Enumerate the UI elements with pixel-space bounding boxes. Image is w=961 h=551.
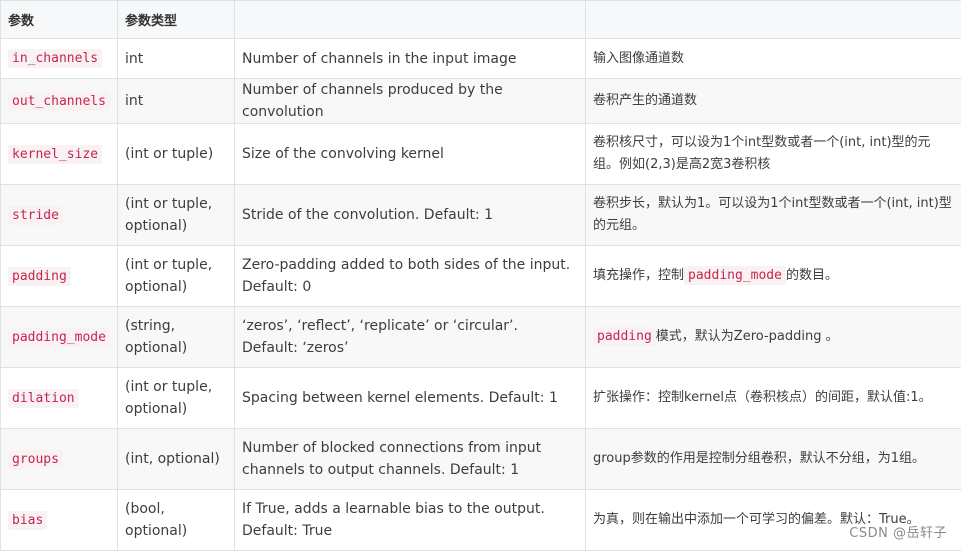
- cn-text-pre: 填充操作，控制: [593, 268, 684, 283]
- desc-cell: Spacing between kernel elements. Default…: [235, 368, 586, 429]
- table-row: groups (int, optional) Number of blocked…: [1, 429, 961, 490]
- desc-cell: Number of channels produced by the convo…: [235, 79, 586, 124]
- table-row: dilation (int or tuple, optional) Spacin…: [1, 368, 961, 429]
- param-cell: padding_mode: [1, 307, 118, 368]
- desc-cell: ‘zeros’, ‘reflect’, ‘replicate’ or ‘circ…: [235, 307, 586, 368]
- type-cell: (int or tuple, optional): [118, 368, 235, 429]
- table-row: out_channels int Number of channels prod…: [1, 79, 961, 124]
- table-header-row: 参数 参数类型: [1, 1, 961, 39]
- inline-code: padding: [593, 327, 656, 346]
- table-row: kernel_size (int or tuple) Size of the c…: [1, 124, 961, 185]
- cn-text-post: 模式，默认为Zero-padding 。: [656, 329, 839, 344]
- cn-cell: 扩张操作：控制kernel点（卷积核点）的间距，默认值:1。: [586, 368, 961, 429]
- type-cell: (int, optional): [118, 429, 235, 490]
- cn-cell: 输入图像通道数: [586, 39, 961, 79]
- param-cell: dilation: [1, 368, 118, 429]
- desc-cell: Number of channels in the input image: [235, 39, 586, 79]
- param-name: bias: [8, 511, 47, 530]
- param-name: in_channels: [8, 49, 102, 68]
- header-type: 参数类型: [118, 1, 235, 39]
- header-param: 参数: [1, 1, 118, 39]
- table-row: stride (int or tuple, optional) Stride o…: [1, 185, 961, 246]
- cn-cell: 卷积核尺寸，可以设为1个int型数或者一个(int, int)型的元组。例如(2…: [586, 124, 961, 185]
- desc-cell: Zero-padding added to both sides of the …: [235, 246, 586, 307]
- desc-cell: Number of blocked connections from input…: [235, 429, 586, 490]
- cn-cell: group参数的作用是控制分组卷积，默认不分组，为1组。: [586, 429, 961, 490]
- cn-cell: 卷积产生的通道数: [586, 79, 961, 124]
- type-cell: (bool, optional): [118, 490, 235, 551]
- watermark: CSDN @岳轩子: [849, 522, 947, 541]
- desc-cell: Stride of the convolution. Default: 1: [235, 185, 586, 246]
- param-cell: padding: [1, 246, 118, 307]
- param-cell: groups: [1, 429, 118, 490]
- cn-text-post: 的数目。: [786, 268, 838, 283]
- params-table: 参数 参数类型 in_channels int Number of channe…: [0, 0, 961, 551]
- param-cell: out_channels: [1, 79, 118, 124]
- cn-cell: 卷积步长，默认为1。可以设为1个int型数或者一个(int, int)型的元组。: [586, 185, 961, 246]
- param-name: padding: [8, 267, 71, 286]
- table-row: padding (int or tuple, optional) Zero-pa…: [1, 246, 961, 307]
- param-name: stride: [8, 206, 63, 225]
- table-row: padding_mode (string, optional) ‘zeros’,…: [1, 307, 961, 368]
- param-name: dilation: [8, 389, 79, 408]
- param-cell: kernel_size: [1, 124, 118, 185]
- header-cn: [586, 1, 961, 39]
- param-name: groups: [8, 450, 63, 469]
- table-row: in_channels int Number of channels in th…: [1, 39, 961, 79]
- cn-cell: 为真，则在输出中添加一个可学习的偏差。默认：True。: [586, 490, 961, 551]
- type-cell: (int or tuple, optional): [118, 185, 235, 246]
- param-cell: stride: [1, 185, 118, 246]
- cn-cell: 填充操作，控制padding_mode的数目。: [586, 246, 961, 307]
- param-name: padding_mode: [8, 328, 110, 347]
- inline-code: padding_mode: [684, 266, 786, 285]
- type-cell: int: [118, 39, 235, 79]
- type-cell: (int or tuple): [118, 124, 235, 185]
- param-cell: in_channels: [1, 39, 118, 79]
- param-name: out_channels: [8, 92, 110, 111]
- type-cell: (int or tuple, optional): [118, 246, 235, 307]
- desc-cell: Size of the convolving kernel: [235, 124, 586, 185]
- param-name: kernel_size: [8, 145, 102, 164]
- cn-cell: padding模式，默认为Zero-padding 。: [586, 307, 961, 368]
- type-cell: int: [118, 79, 235, 124]
- header-desc: [235, 1, 586, 39]
- param-cell: bias: [1, 490, 118, 551]
- desc-cell: If True, adds a learnable bias to the ou…: [235, 490, 586, 551]
- type-cell: (string, optional): [118, 307, 235, 368]
- table-row: bias (bool, optional) If True, adds a le…: [1, 490, 961, 551]
